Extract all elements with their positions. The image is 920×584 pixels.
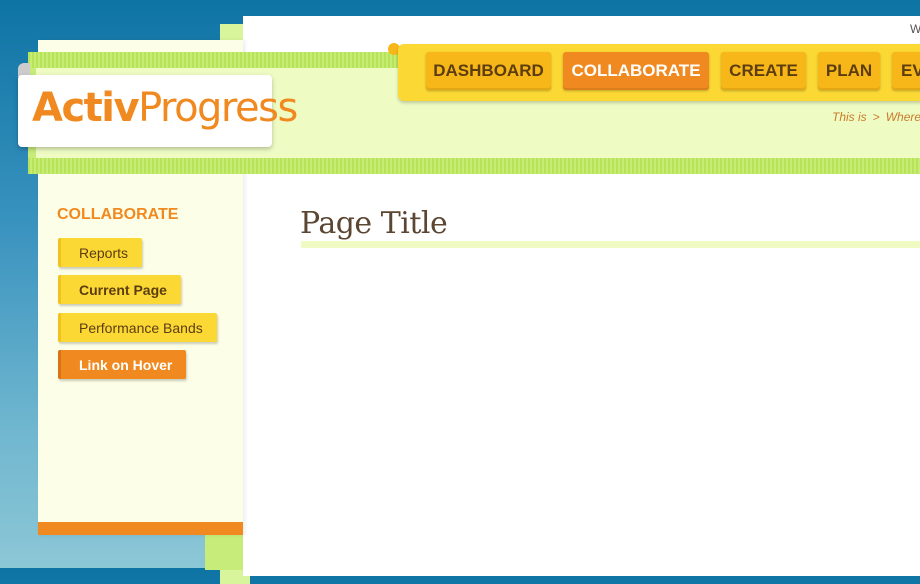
sidebar-item-link-on-hover[interactable]: Link on Hover [58,350,187,379]
nav-tab-dashboard[interactable]: DASHBOARD [426,52,551,90]
sidebar-heading: COLLABORATE [57,206,179,223]
breadcrumb-item-this-is[interactable]: This is [832,110,867,124]
title-underline [301,241,920,248]
breadcrumb-item-where[interactable]: Where [886,110,920,124]
header-band-bottom-stripe [28,158,920,174]
logo-text: ActivProgress [32,85,298,131]
nav-tab-ev[interactable]: EV [892,52,920,90]
logo[interactable]: ActivProgress [18,75,298,147]
breadcrumb: This is > Where [832,110,920,124]
sidebar-item-current-page[interactable]: Current Page [58,275,181,304]
back-layer-green-bottom [205,530,245,570]
breadcrumb-separator: > [872,110,880,124]
nav-tab-plan[interactable]: PLAN [818,52,880,90]
nav-tab-create[interactable]: CREATE [721,52,806,90]
sidebar-item-performance-bands[interactable]: Performance Bands [58,313,217,342]
top-right-text: W [910,22,920,36]
sidebar-bottom-bar [38,522,243,535]
page-title: Page Title [300,206,448,241]
nav-tab-collaborate[interactable]: COLLABORATE [563,52,709,90]
logo-text-bold: Activ [32,85,140,131]
logo-text-regular: Progress [138,85,298,131]
sidebar-item-reports[interactable]: Reports [58,238,143,267]
main-nav: DASHBOARD COLLABORATE CREATE PLAN EV [398,44,920,101]
